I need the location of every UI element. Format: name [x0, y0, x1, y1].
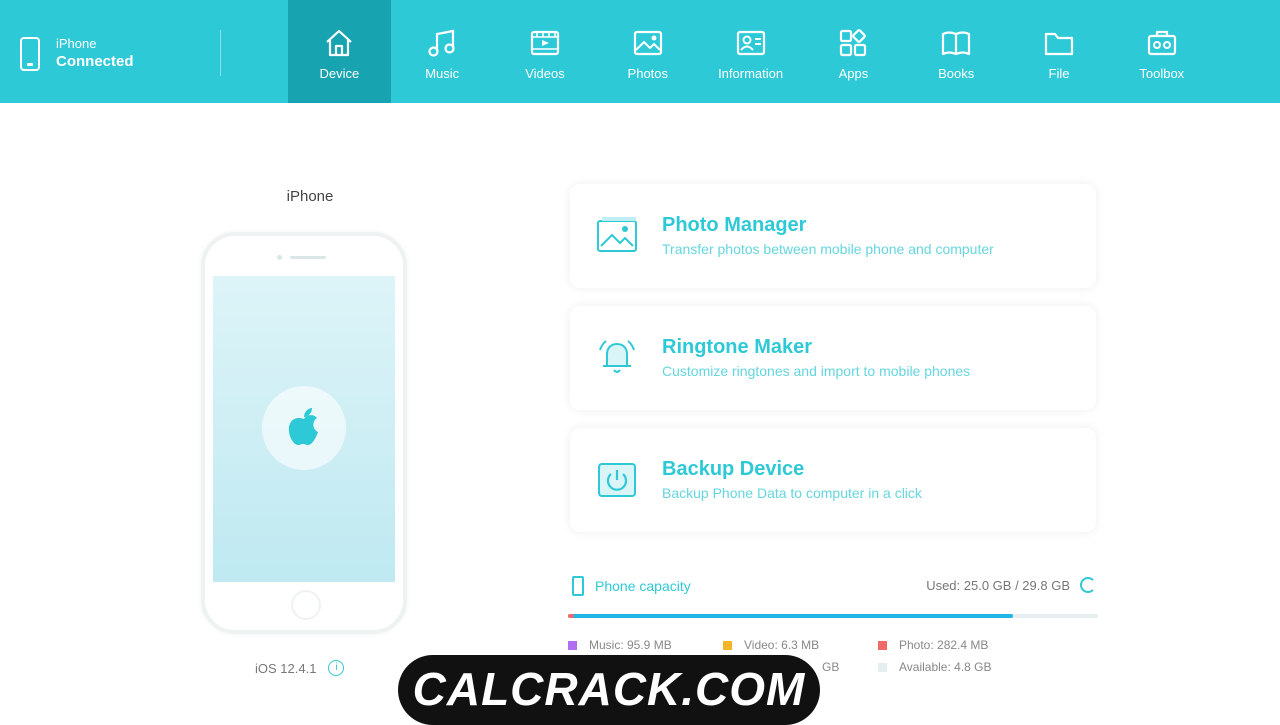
card-ringtone-maker[interactable]: Ringtone Maker Customize ringtones and i… — [570, 306, 1096, 410]
photo-manager-icon — [597, 217, 637, 252]
capacity-used: Used: 25.0 GB / 29.8 GB — [926, 578, 1070, 593]
connection-state: Connected — [56, 53, 134, 70]
folder-icon — [1044, 32, 1074, 56]
refresh-icon[interactable] — [1080, 577, 1096, 593]
device-title: iPhone — [286, 188, 334, 205]
tab-label: Photos — [627, 66, 669, 81]
info-icon[interactable]: i — [328, 660, 345, 676]
tab-videos[interactable]: Videos — [494, 0, 597, 103]
legend-label: Music: 95.9 MB — [589, 638, 672, 652]
tab-label: Videos — [525, 66, 565, 81]
music-icon — [428, 29, 455, 57]
card-description: Backup Phone Data to computer in a click — [662, 485, 922, 501]
card-description: Customize ringtones and import to mobile… — [662, 363, 971, 379]
bell-icon — [599, 340, 635, 373]
card-photo-manager[interactable]: Photo Manager Transfer photos between mo… — [570, 184, 1096, 288]
phone-home-button — [291, 590, 321, 620]
legend-swatch — [568, 640, 577, 650]
legend-swatch — [723, 640, 732, 650]
tab-label: Information — [718, 66, 784, 81]
capacity-bar-photo-segment — [568, 614, 574, 618]
card-title: Backup Device — [662, 458, 805, 480]
tab-file[interactable]: File — [1008, 0, 1111, 103]
phone-icon — [20, 37, 40, 71]
ios-version-label: iOS 12.4.1 — [255, 660, 317, 676]
book-icon — [942, 31, 971, 56]
apple-logo — [262, 386, 346, 470]
legend-item: Video: 6.3 MB — [723, 638, 819, 652]
backup-icon — [598, 463, 636, 497]
tab-label: Apps — [838, 66, 869, 81]
phone-capacity-header: Phone capacity Used: 25.0 GB / 29.8 GB — [570, 574, 1098, 598]
legend-item: Photo: 282.4 MB — [878, 638, 988, 652]
legend-item: Available: 4.8 GB — [878, 660, 992, 674]
tab-label: Device — [319, 66, 360, 81]
legend-swatch — [878, 640, 887, 650]
capacity-bar — [568, 614, 1098, 618]
tab-label: Toolbox — [1139, 66, 1185, 81]
device-preview — [201, 232, 407, 634]
home-icon — [326, 29, 353, 57]
phone-icon — [572, 576, 584, 596]
device-connection-status: iPhone Connected — [20, 36, 134, 72]
tab-music[interactable]: Music — [391, 0, 494, 103]
legend-item: GB — [822, 660, 839, 674]
capacity-bar-fill — [568, 614, 1014, 618]
divider — [220, 30, 221, 76]
legend-label: Video: 6.3 MB — [744, 638, 820, 652]
tab-books[interactable]: Books — [905, 0, 1008, 103]
photo-icon — [633, 30, 662, 56]
tab-photos[interactable]: Photos — [596, 0, 699, 103]
capacity-label: Phone capacity — [595, 578, 691, 594]
toolbox-icon — [1147, 30, 1176, 56]
legend-swatch — [878, 662, 887, 672]
phone-screen — [213, 276, 395, 582]
top-bar: iPhone Connected Device Music Videos Pho… — [0, 0, 1280, 103]
legend-label: GB — [822, 660, 840, 674]
card-backup-device[interactable]: Backup Device Backup Phone Data to compu… — [570, 428, 1096, 532]
phone-speaker — [290, 256, 326, 259]
legend-label: Available: 4.8 GB — [899, 660, 992, 674]
apps-icon — [840, 29, 867, 57]
device-name: iPhone — [56, 36, 97, 51]
apple-icon — [288, 408, 318, 445]
contact-card-icon — [736, 30, 765, 56]
tab-label: Books — [938, 66, 975, 81]
tab-label: Music — [425, 66, 460, 81]
card-title: Photo Manager — [662, 214, 807, 236]
tab-device[interactable]: Device — [288, 0, 391, 103]
legend-label: Photo: 282.4 MB — [899, 638, 989, 652]
tab-information[interactable]: Information — [699, 0, 802, 103]
card-description: Transfer photos between mobile phone and… — [662, 241, 994, 257]
card-title: Ringtone Maker — [662, 336, 813, 358]
main-nav: Device Music Videos Photos Information A… — [288, 0, 1213, 103]
watermark: CALCRACK.COM — [398, 655, 820, 725]
legend-item: Music: 95.9 MB — [568, 638, 672, 652]
tab-label: File — [1048, 66, 1070, 81]
phone-camera — [277, 255, 282, 260]
video-icon — [530, 30, 560, 56]
tab-apps[interactable]: Apps — [802, 0, 905, 103]
tab-toolbox[interactable]: Toolbox — [1110, 0, 1213, 103]
ios-version: iOS 12.4.1 i — [255, 660, 345, 676]
